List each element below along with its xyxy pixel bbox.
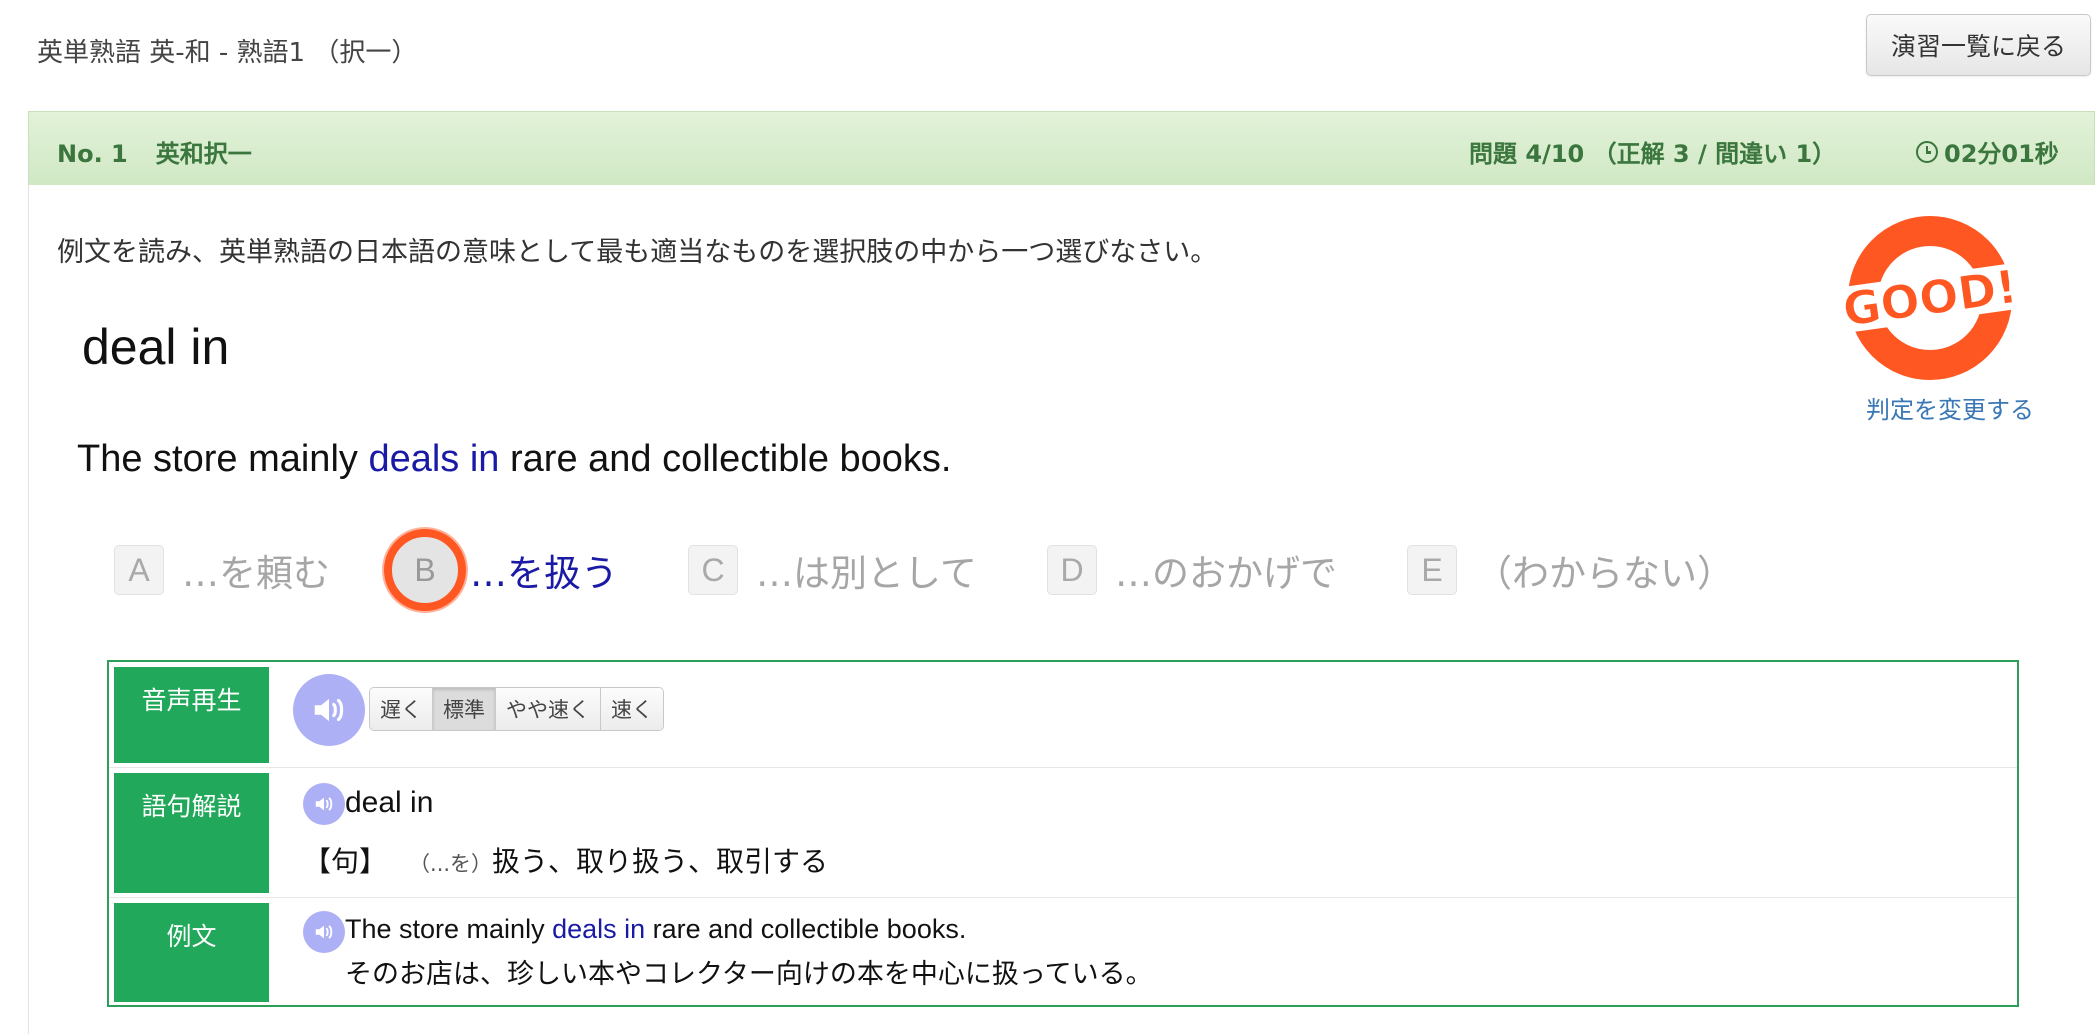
option-e[interactable]: E （わからない） xyxy=(1407,540,1734,600)
sentence-after: rare and collectible books. xyxy=(499,438,952,480)
vocab-word: deal in xyxy=(345,786,434,819)
page-title: 英単熟語 英-和 - 熟語1 （択一） xyxy=(37,38,418,68)
back-to-list-button[interactable]: 演習一覧に戻る xyxy=(1866,14,2091,76)
question-label: No. 1 英和択一 xyxy=(57,134,252,169)
part-of-speech: 【句】 xyxy=(303,845,388,878)
example-row-label: 例文 xyxy=(114,903,269,1002)
option-d[interactable]: D …のおかげで xyxy=(1047,540,1337,600)
example-row-body: The store mainly deals in rare and colle… xyxy=(289,898,2017,1005)
clock-icon xyxy=(1916,140,1938,163)
option-letter: C xyxy=(688,545,738,595)
vocab-row-label: 語句解説 xyxy=(114,773,269,893)
detail-table: 音声再生 遅く 標準 やや速く 速く 語句解説 deal in 【句】 （...… xyxy=(107,660,2019,1007)
vocab-row-body: deal in 【句】 （...を）扱う、取り扱う、取引する xyxy=(289,768,2017,897)
meaning: 扱う、取り扱う、取引する xyxy=(492,845,829,878)
speed-normal-button[interactable]: 標準 xyxy=(433,688,496,730)
sentence-highlight: deals in xyxy=(368,438,500,480)
example-en-before: The store mainly xyxy=(345,914,553,944)
usage-note: （...を） xyxy=(409,852,493,876)
option-c[interactable]: C …は別として xyxy=(688,540,977,600)
example-en-after: rare and collectible books. xyxy=(645,914,967,944)
speed-slightly-fast-button[interactable]: やや速く xyxy=(496,688,601,730)
speed-fast-button[interactable]: 速く xyxy=(601,688,663,730)
play-example-audio-button[interactable] xyxy=(303,911,345,953)
progress-status: 問題 4/10 （正解 3 / 間違い 1） xyxy=(1469,140,1837,168)
speaker-icon xyxy=(314,698,344,722)
option-letter: D xyxy=(1047,545,1097,595)
option-letter: B xyxy=(384,529,466,611)
audio-row-body: 遅く 標準 やや速く 速く xyxy=(289,662,2017,767)
vocab-row: 語句解説 deal in 【句】 （...を）扱う、取り扱う、取引する xyxy=(109,768,2017,898)
speed-slow-button[interactable]: 遅く xyxy=(370,688,433,730)
instruction-text: 例文を読み、英単熟語の日本語の意味として最も適当なものを選択肢の中から一つ選びな… xyxy=(57,237,1218,268)
speaker-icon xyxy=(315,797,333,811)
option-b[interactable]: B …を扱う xyxy=(384,529,618,611)
sentence-before: The store mainly xyxy=(77,438,369,480)
question-mode: 英和択一 xyxy=(155,140,252,168)
option-text: …を頼む xyxy=(182,552,330,595)
audio-row: 音声再生 遅く 標準 やや速く 速く xyxy=(109,662,2017,768)
option-letter: A xyxy=(114,545,164,595)
good-stamp-icon: GOOD! xyxy=(1845,216,2015,380)
example-en-highlight: deals in xyxy=(552,914,646,944)
question-number: No. 1 xyxy=(57,140,128,168)
play-vocab-audio-button[interactable] xyxy=(303,783,345,825)
audio-row-label: 音声再生 xyxy=(114,667,269,763)
play-audio-button[interactable] xyxy=(293,674,365,746)
option-a[interactable]: A …を頼む xyxy=(114,540,330,600)
timer: 02分01秒 xyxy=(1916,134,2059,169)
timer-value: 02分01秒 xyxy=(1944,140,2059,168)
target-phrase: deal in xyxy=(82,319,230,375)
option-text: …は別として xyxy=(756,552,977,595)
example-row: 例文 The store mainly deals in rare and co… xyxy=(109,898,2017,1005)
option-text: …のおかげで xyxy=(1115,552,1337,595)
example-japanese: そのお店は、珍しい本やコレクター向けの本を中心に扱っている。 xyxy=(345,959,1153,990)
speed-selector: 遅く 標準 やや速く 速く xyxy=(369,687,664,731)
option-letter: E xyxy=(1407,545,1457,595)
question-header: No. 1 英和択一 問題 4/10 （正解 3 / 間違い 1） 02分01秒 xyxy=(28,111,2095,185)
change-judgment-link[interactable]: 判定を変更する xyxy=(1866,390,2034,425)
option-text: …を扱う xyxy=(470,552,618,595)
speaker-icon xyxy=(315,925,333,939)
example-english: The store mainly deals in rare and colle… xyxy=(345,914,966,945)
vocab-definition: 【句】 （...を）扱う、取り扱う、取引する xyxy=(303,840,828,880)
option-text: （わからない） xyxy=(1475,552,1734,595)
example-sentence: The store mainly deals in rare and colle… xyxy=(77,438,951,481)
